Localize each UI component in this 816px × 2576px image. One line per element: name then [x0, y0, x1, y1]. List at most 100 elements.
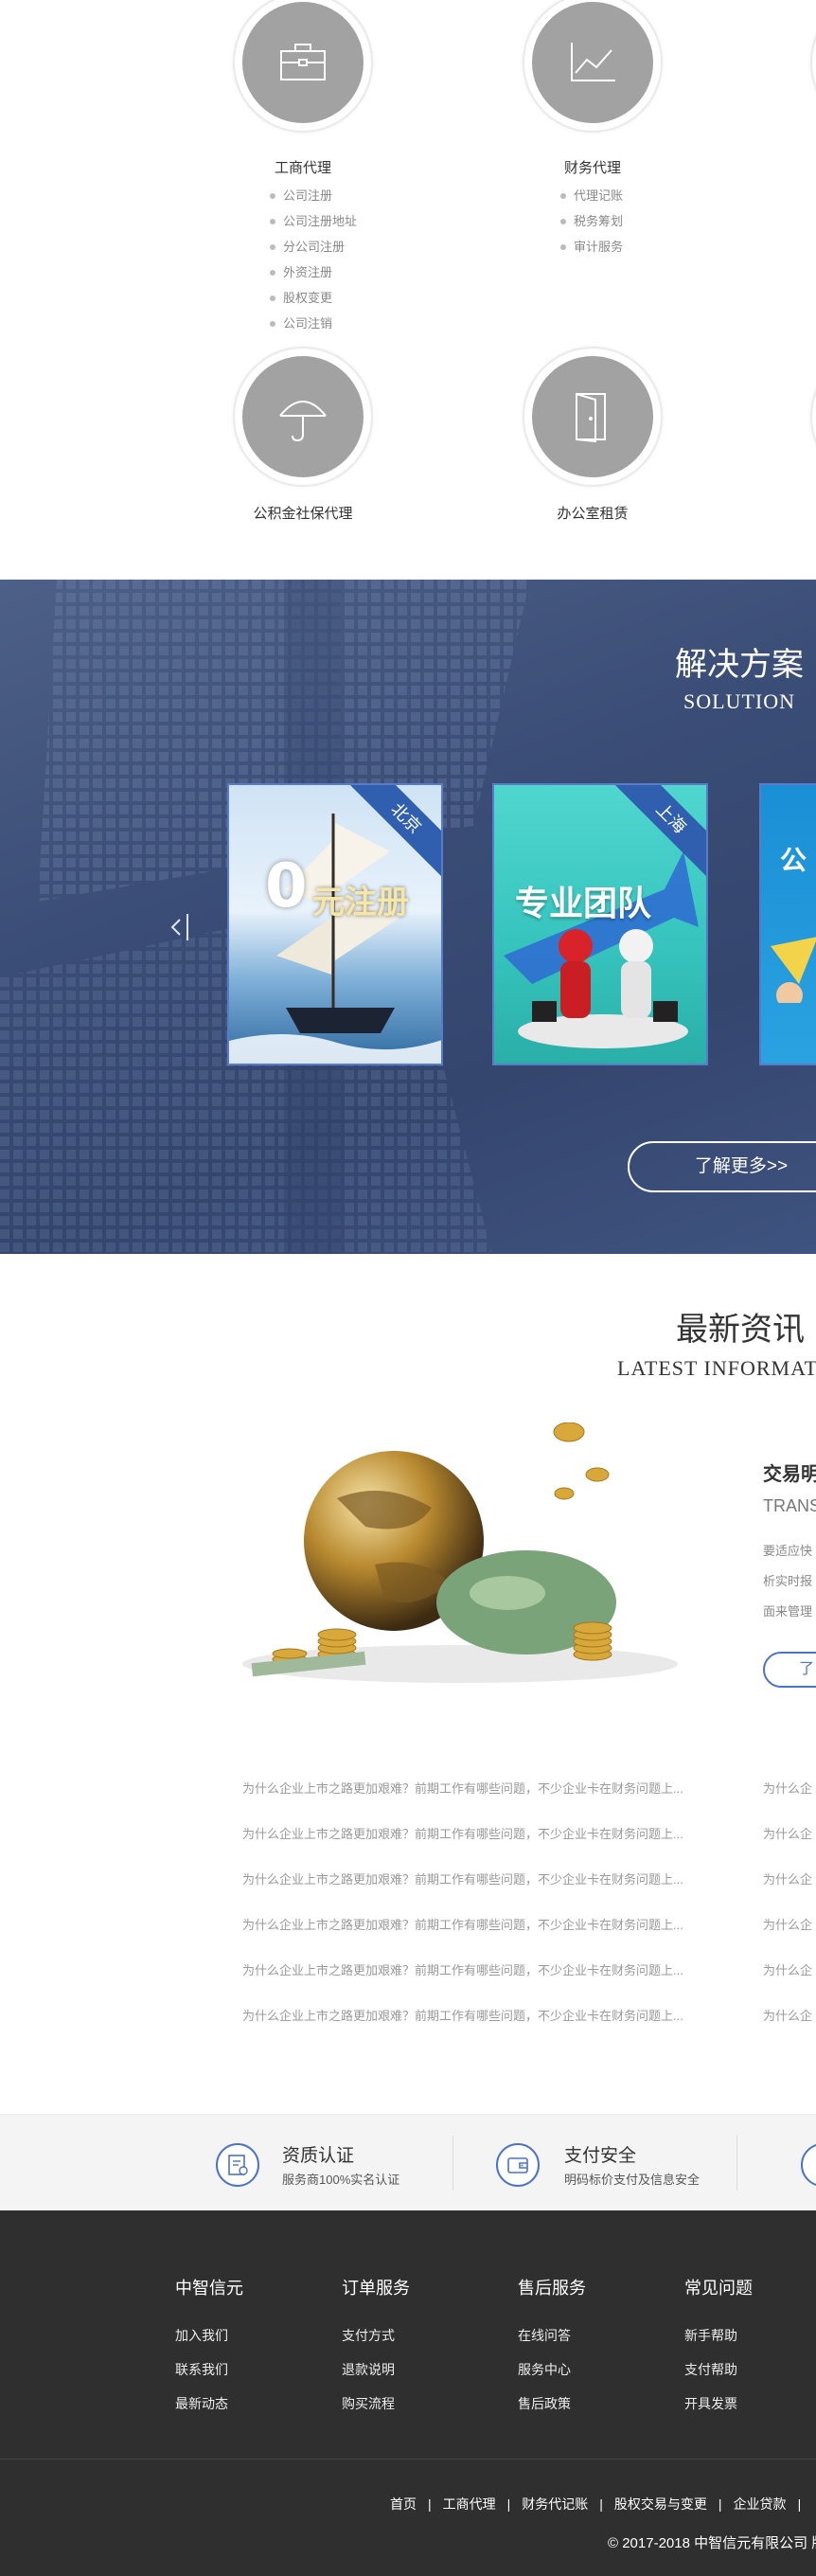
footer-nav-separator: | — [428, 2496, 432, 2512]
service-link[interactable]: 外资注册 — [270, 259, 357, 285]
service-title[interactable]: 公积金社保代理 — [208, 503, 398, 523]
feature-title: 资质认证 — [282, 2146, 355, 2166]
news-subtitle: LATEST INFORMAT — [617, 1356, 816, 1380]
service-social-insurance-circle[interactable] — [233, 347, 373, 487]
service-link[interactable]: 公司注销 — [270, 311, 357, 336]
service-link[interactable]: 公司注册 — [270, 183, 357, 208]
service-title[interactable]: 工商代理 — [208, 157, 398, 177]
solution-title: 解决方案 — [675, 646, 804, 684]
solution-card-shanghai[interactable]: 专业团队 上海 — [492, 783, 708, 1065]
service-links: 代理记账 税务筹划 审计服务 — [560, 183, 623, 259]
news-title: 最新资讯 — [676, 1311, 805, 1349]
line-chart-icon — [571, 43, 615, 81]
footer-link[interactable]: 在线问答 — [518, 2326, 586, 2360]
footer-nav-link[interactable]: 财务代记账 — [522, 2496, 588, 2512]
umbrella-icon — [279, 401, 327, 442]
news-item[interactable]: 为什么企 — [763, 2004, 812, 2049]
footer-link[interactable]: 联系我们 — [175, 2360, 243, 2394]
footer-link[interactable]: 支付方式 — [342, 2326, 410, 2360]
footer-copyright: © 2017-2018 中智信元有限公司 版 — [608, 2535, 816, 2551]
news-item[interactable]: 为什么企 — [763, 1959, 812, 2004]
news-list-right: 为什么企 为什么企 为什么企 为什么企 为什么企 为什么企 — [763, 1777, 812, 2049]
featured-news-desc-line: 面来管理 — [763, 1604, 813, 1619]
service-finance-agency-circle[interactable] — [523, 0, 663, 133]
briefcase-icon — [280, 44, 326, 80]
wallet-icon — [496, 2143, 540, 2187]
footer-column-title: 中智信元 — [175, 2279, 243, 2298]
service-title[interactable]: 财务代理 — [498, 157, 687, 177]
service-link[interactable]: 股权变更 — [270, 285, 357, 311]
footer-link[interactable]: 服务中心 — [518, 2360, 586, 2394]
featured-news-desc: 要适应快 析实时报 面来管理 — [763, 1536, 816, 1627]
news-item[interactable]: 为什么企业上市之路更加艰难？前期工作有哪些问题，不少企业卡在财务问题上... — [242, 1868, 683, 1913]
card-caption: 公 — [780, 846, 807, 875]
footer-nav-link[interactable]: 股权交易与变更 — [614, 2496, 707, 2512]
carousel-prev-arrow[interactable] — [167, 906, 195, 944]
service-circle-partial[interactable] — [810, 347, 816, 487]
footer-column: 售后服务 在线问答 服务中心 售后政策 — [518, 2275, 586, 2428]
featured-news-title[interactable]: 交易明 — [763, 1458, 816, 1486]
service-circle-partial[interactable] — [810, 0, 816, 133]
feature-desc: 服务商100%实名认证 — [282, 2173, 400, 2187]
service-links: 公司注册 公司注册地址 分公司注册 外资注册 股权变更 公司注销 — [270, 183, 357, 336]
door-icon — [576, 392, 606, 443]
featured-news-desc-line: 要适应快 — [763, 1544, 813, 1558]
solution-more-button[interactable]: 了解更多>> — [628, 1141, 816, 1192]
featured-news-desc-line: 析实时报 — [763, 1574, 813, 1588]
news-item[interactable]: 为什么企 — [763, 1868, 812, 1913]
footer-nav-link[interactable]: 工商代理 — [443, 2496, 496, 2512]
footer-column: 订单服务 支付方式 退款说明 购买流程 — [342, 2275, 410, 2428]
service-link[interactable]: 分公司注册 — [270, 234, 357, 259]
news-item[interactable]: 为什么企 — [763, 1913, 812, 1959]
feature-title: 支付安全 — [564, 2146, 637, 2166]
globe-money-image — [242, 1422, 678, 1683]
certificate-icon — [216, 2143, 259, 2187]
news-item[interactable]: 为什么企业上市之路更加艰难？前期工作有哪些问题，不少企业卡在财务问题上... — [242, 1822, 683, 1868]
footer-link[interactable]: 最新动态 — [175, 2394, 243, 2428]
footer-nav-link[interactable]: 企业贷款 — [734, 2496, 787, 2512]
paper-plane-image — [771, 937, 816, 1003]
feature-desc: 明码标价支付及信息安全 — [564, 2173, 701, 2187]
news-item[interactable]: 为什么企业上市之路更加艰难？前期工作有哪些问题，不少企业卡在财务问题上... — [242, 1777, 683, 1822]
featured-news-subtitle: TRANS — [763, 1496, 816, 1515]
service-title[interactable]: 办公室租赁 — [498, 503, 687, 523]
footer-nav-separator: | — [718, 2496, 722, 2512]
footer-column-title: 常见问题 — [684, 2279, 753, 2298]
news-item[interactable]: 为什么企业上市之路更加艰难？前期工作有哪些问题，不少企业卡在财务问题上... — [242, 2004, 683, 2049]
solution-card-beijing[interactable]: 0 元注册 北京 — [227, 783, 443, 1065]
footer-link[interactable]: 支付帮助 — [684, 2360, 753, 2394]
news-item[interactable]: 为什么企 — [763, 1822, 812, 1868]
footer-column: 常见问题 新手帮助 支付帮助 开具发票 — [684, 2275, 753, 2428]
card-caption-zero: 0 — [265, 851, 308, 921]
solution-subtitle: SOLUTION — [683, 689, 795, 713]
footer-column-title: 订单服务 — [342, 2279, 410, 2298]
feature-divider — [736, 2136, 737, 2191]
footer-link[interactable]: 开具发票 — [684, 2394, 753, 2428]
footer-link[interactable]: 加入我们 — [175, 2326, 243, 2360]
footer-column: 中智信元 加入我们 联系我们 最新动态 — [175, 2275, 243, 2428]
footer-link[interactable]: 购买流程 — [342, 2394, 410, 2428]
footer-nav-link[interactable]: 首页 — [390, 2496, 417, 2512]
footer-link[interactable]: 售后政策 — [518, 2394, 586, 2428]
news-item[interactable]: 为什么企 — [763, 1777, 812, 1822]
service-link[interactable]: 代理记账 — [560, 183, 623, 208]
footer-nav-separator: | — [599, 2496, 603, 2512]
feature-divider — [452, 2136, 453, 2191]
features-strip: 资质认证 服务商100%实名认证 支付安全 明码标价支付及信息安全 — [0, 2114, 816, 2210]
service-link[interactable]: 公司注册地址 — [270, 208, 357, 234]
footer-link[interactable]: 新手帮助 — [684, 2326, 753, 2360]
feature-icon-partial — [801, 2143, 816, 2187]
news-item[interactable]: 为什么企业上市之路更加艰难？前期工作有哪些问题，不少企业卡在财务问题上... — [242, 1913, 683, 1959]
footer-link[interactable]: 退款说明 — [342, 2360, 410, 2394]
featured-news-button[interactable]: 了 — [763, 1652, 816, 1688]
services-section: 工商代理 公司注册 公司注册地址 分公司注册 外资注册 股权变更 公司注销 财务… — [0, 0, 816, 580]
footer-column-title: 售后服务 — [518, 2279, 586, 2298]
service-office-rental-circle[interactable] — [523, 347, 663, 487]
service-link[interactable]: 审计服务 — [560, 234, 623, 259]
footer-nav: 首页 | 工商代理 | 财务代记账 | 股权交易与变更 | 企业贷款 | — [390, 2495, 812, 2513]
footer-divider — [0, 2459, 816, 2460]
service-link[interactable]: 税务筹划 — [560, 208, 623, 234]
news-item[interactable]: 为什么企业上市之路更加艰难？前期工作有哪些问题，不少企业卡在财务问题上... — [242, 1959, 683, 2004]
service-business-agency-circle[interactable] — [233, 0, 373, 133]
solution-card-partial[interactable]: 公 — [759, 783, 816, 1065]
